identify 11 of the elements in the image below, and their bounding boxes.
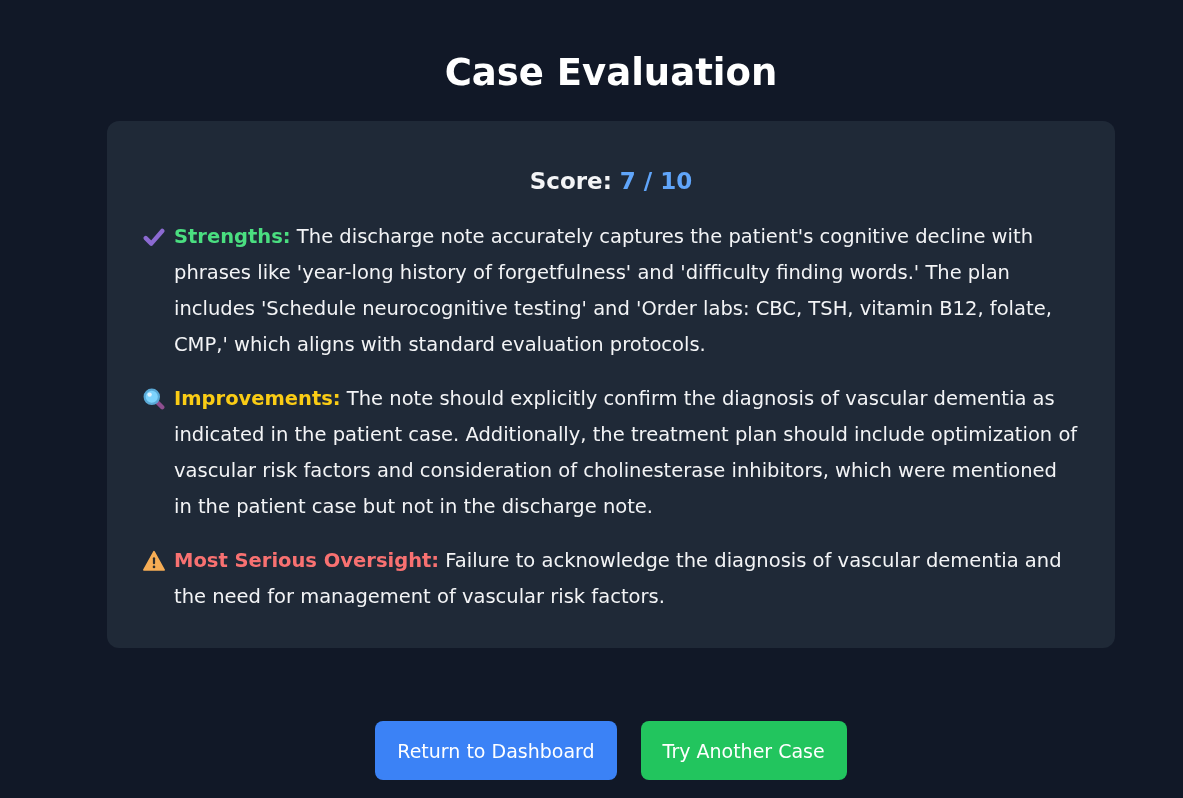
score-label: Score:: [529, 168, 612, 194]
oversight-paragraph: Most Serious Oversight: Failure to acknowledge the diagnosis of vascular dementia and the need for management of vascular risk factors.: [174, 548, 1063, 610]
check-icon: [143, 226, 165, 248]
page-title: Case Evaluation: [444, 50, 778, 96]
improvements-paragraph: Improvements: The note should explicitly confirm the diagnosis of vascular dementia as indicated in the patient case. Additionally, the treatment plan should include optimization of vascular risk factors and consideration of cholinesterase inhibitors, which were mentioned in the patient case but not in the discharge note.: [174, 386, 1079, 520]
magnifier-icon: [143, 388, 165, 410]
score-value: 7 / 10: [619, 168, 693, 194]
try-another-button[interactable]: Try Another Case: [640, 721, 847, 780]
dashboard-button[interactable]: Return to Dashboard: [375, 721, 617, 780]
strengths-paragraph: Strengths: The discharge note accurately captures the patient's cognitive decline with phrases like 'year-long history of forgetfulness' and 'difficulty finding words.' The plan includes 'Schedule neurocognitive testing' and 'Order labs: CBC, TSH, vitamin B12, folate, CMP,' which aligns with standard evaluation protocols.: [174, 224, 1053, 358]
warning-icon: [143, 550, 165, 572]
